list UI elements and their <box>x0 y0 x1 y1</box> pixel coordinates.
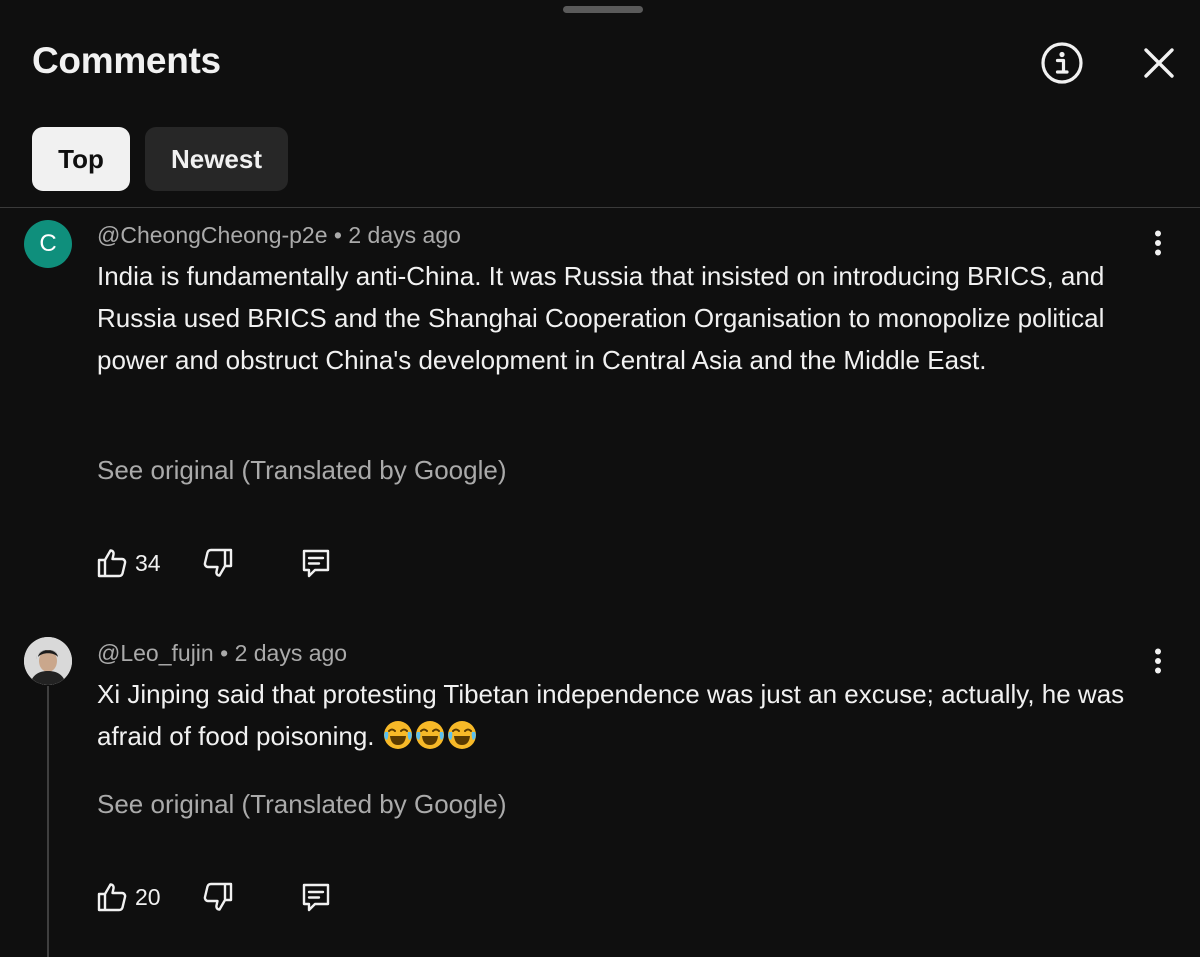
close-icon <box>1144 48 1174 78</box>
info-button[interactable] <box>1034 35 1090 91</box>
tab-newest[interactable]: Newest <box>145 127 288 191</box>
header-divider <box>0 207 1200 208</box>
dislike-button[interactable] <box>201 880 235 914</box>
sort-tabs: Top Newest <box>32 127 288 191</box>
reply-button[interactable] <box>299 880 333 914</box>
comment-author[interactable]: @Leo_fujin <box>97 640 214 666</box>
reply-comment-icon <box>302 883 329 912</box>
meta-separator: • <box>333 222 349 248</box>
comment-actions: 34 <box>95 546 333 580</box>
close-button[interactable] <box>1131 35 1187 91</box>
comment-meta: @CheongCheong-p2e • 2 days ago <box>97 222 461 249</box>
thumbs-down-icon <box>203 882 232 911</box>
thumbs-up-icon <box>97 549 127 578</box>
more-vertical-icon <box>1155 648 1161 674</box>
thumbs-up-icon <box>97 883 127 912</box>
comment-text-content: Xi Jinping said that protesting Tibetan … <box>97 679 1125 751</box>
page-title: Comments <box>32 40 221 81</box>
comment-actions: 20 <box>95 880 333 914</box>
avatar[interactable]: C <box>24 220 72 268</box>
meta-separator: • <box>220 640 235 666</box>
comment-author[interactable]: @CheongCheong-p2e <box>97 222 328 248</box>
like-count: 34 <box>135 549 161 576</box>
like-button[interactable]: 34 <box>95 546 161 580</box>
reply-comment-icon <box>302 549 329 578</box>
avatar[interactable] <box>24 637 72 685</box>
more-vertical-icon <box>1155 230 1161 256</box>
avatar-letter: C <box>39 230 57 257</box>
comment-text: India is fundamentally anti-China. It wa… <box>97 261 1105 375</box>
like-count: 20 <box>135 883 161 910</box>
reply-thread-line <box>47 686 49 957</box>
reply-button[interactable] <box>299 546 333 580</box>
info-circle-icon <box>1041 42 1083 84</box>
user-photo-icon <box>24 637 72 685</box>
drag-handle[interactable] <box>563 6 643 13</box>
emoji-group <box>382 721 478 751</box>
laughing-emoji-icon <box>415 721 444 749</box>
see-original-link[interactable]: See original (Translated by Google) <box>97 455 506 486</box>
dislike-button[interactable] <box>201 546 235 580</box>
like-button[interactable]: 20 <box>95 880 161 914</box>
comment-meta: @Leo_fujin • 2 days ago <box>97 640 347 667</box>
tab-top[interactable]: Top <box>32 127 130 191</box>
comments-sheet: Comments Top Newest C @CheongCheong-p2e … <box>0 0 1200 957</box>
laughing-emoji-icon <box>447 721 476 749</box>
comment-time: 2 days ago <box>348 222 461 248</box>
thumbs-down-icon <box>203 548 232 577</box>
laughing-emoji-icon <box>383 721 412 749</box>
see-original-link[interactable]: See original (Translated by Google) <box>97 789 506 820</box>
comment-time: 2 days ago <box>234 640 348 666</box>
comment-text: Xi Jinping said that protesting Tibetan … <box>97 673 1157 757</box>
